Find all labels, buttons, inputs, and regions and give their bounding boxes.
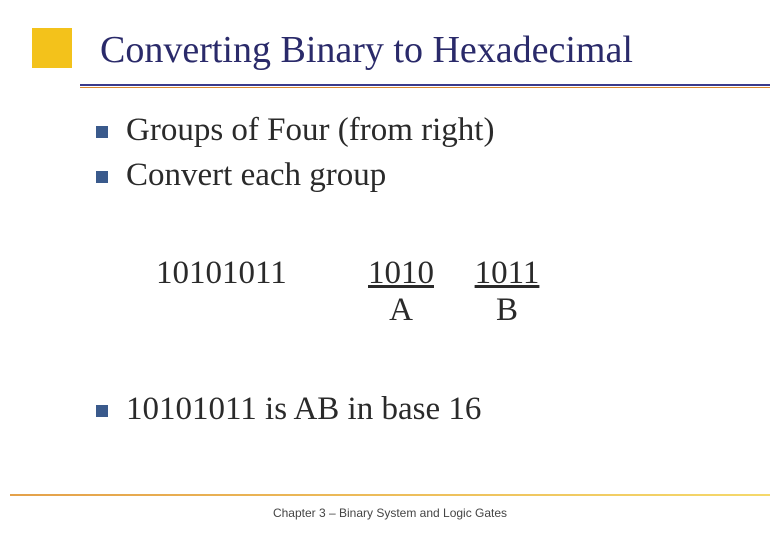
bullet-item: Groups of Four (from right) (96, 110, 740, 151)
accent-square (32, 28, 72, 68)
footer-line (10, 494, 770, 496)
example-row: 10101011 1010 1011 A B (156, 255, 740, 329)
square-bullet-icon (96, 405, 108, 417)
title-underline-accent (80, 87, 770, 88)
slide: Converting Binary to Hexadecimal Groups … (0, 0, 780, 540)
square-bullet-icon (96, 126, 108, 138)
footer-chapter: Chapter 3 – Binary System and Logic Gate… (0, 506, 780, 520)
example-original-binary: 10101011 (156, 255, 356, 292)
example-group-2: 1011 (462, 255, 552, 292)
example-hex-line: A B (356, 292, 552, 329)
bullet-text-2: Convert each group (126, 155, 386, 196)
example-block: 10101011 1010 1011 A B (156, 255, 740, 329)
example-groups-column: 1010 1011 A B (356, 255, 552, 329)
bullet-text-3: 10101011 is AB in base 16 (126, 389, 481, 430)
example-hex-2: B (462, 292, 552, 329)
title-underline (80, 84, 770, 87)
spacer (96, 329, 740, 389)
example-groups-line: 1010 1011 (356, 255, 552, 292)
example-hex-1: A (356, 292, 446, 329)
title-underline-main (80, 84, 770, 86)
square-bullet-icon (96, 171, 108, 183)
slide-title: Converting Binary to Hexadecimal (100, 28, 760, 72)
bullet-item: Convert each group (96, 155, 740, 196)
content-area: Groups of Four (from right) Convert each… (96, 110, 740, 434)
bullet-text-1: Groups of Four (from right) (126, 110, 494, 151)
bullet-item: 10101011 is AB in base 16 (96, 389, 740, 430)
example-group-1: 1010 (356, 255, 446, 292)
